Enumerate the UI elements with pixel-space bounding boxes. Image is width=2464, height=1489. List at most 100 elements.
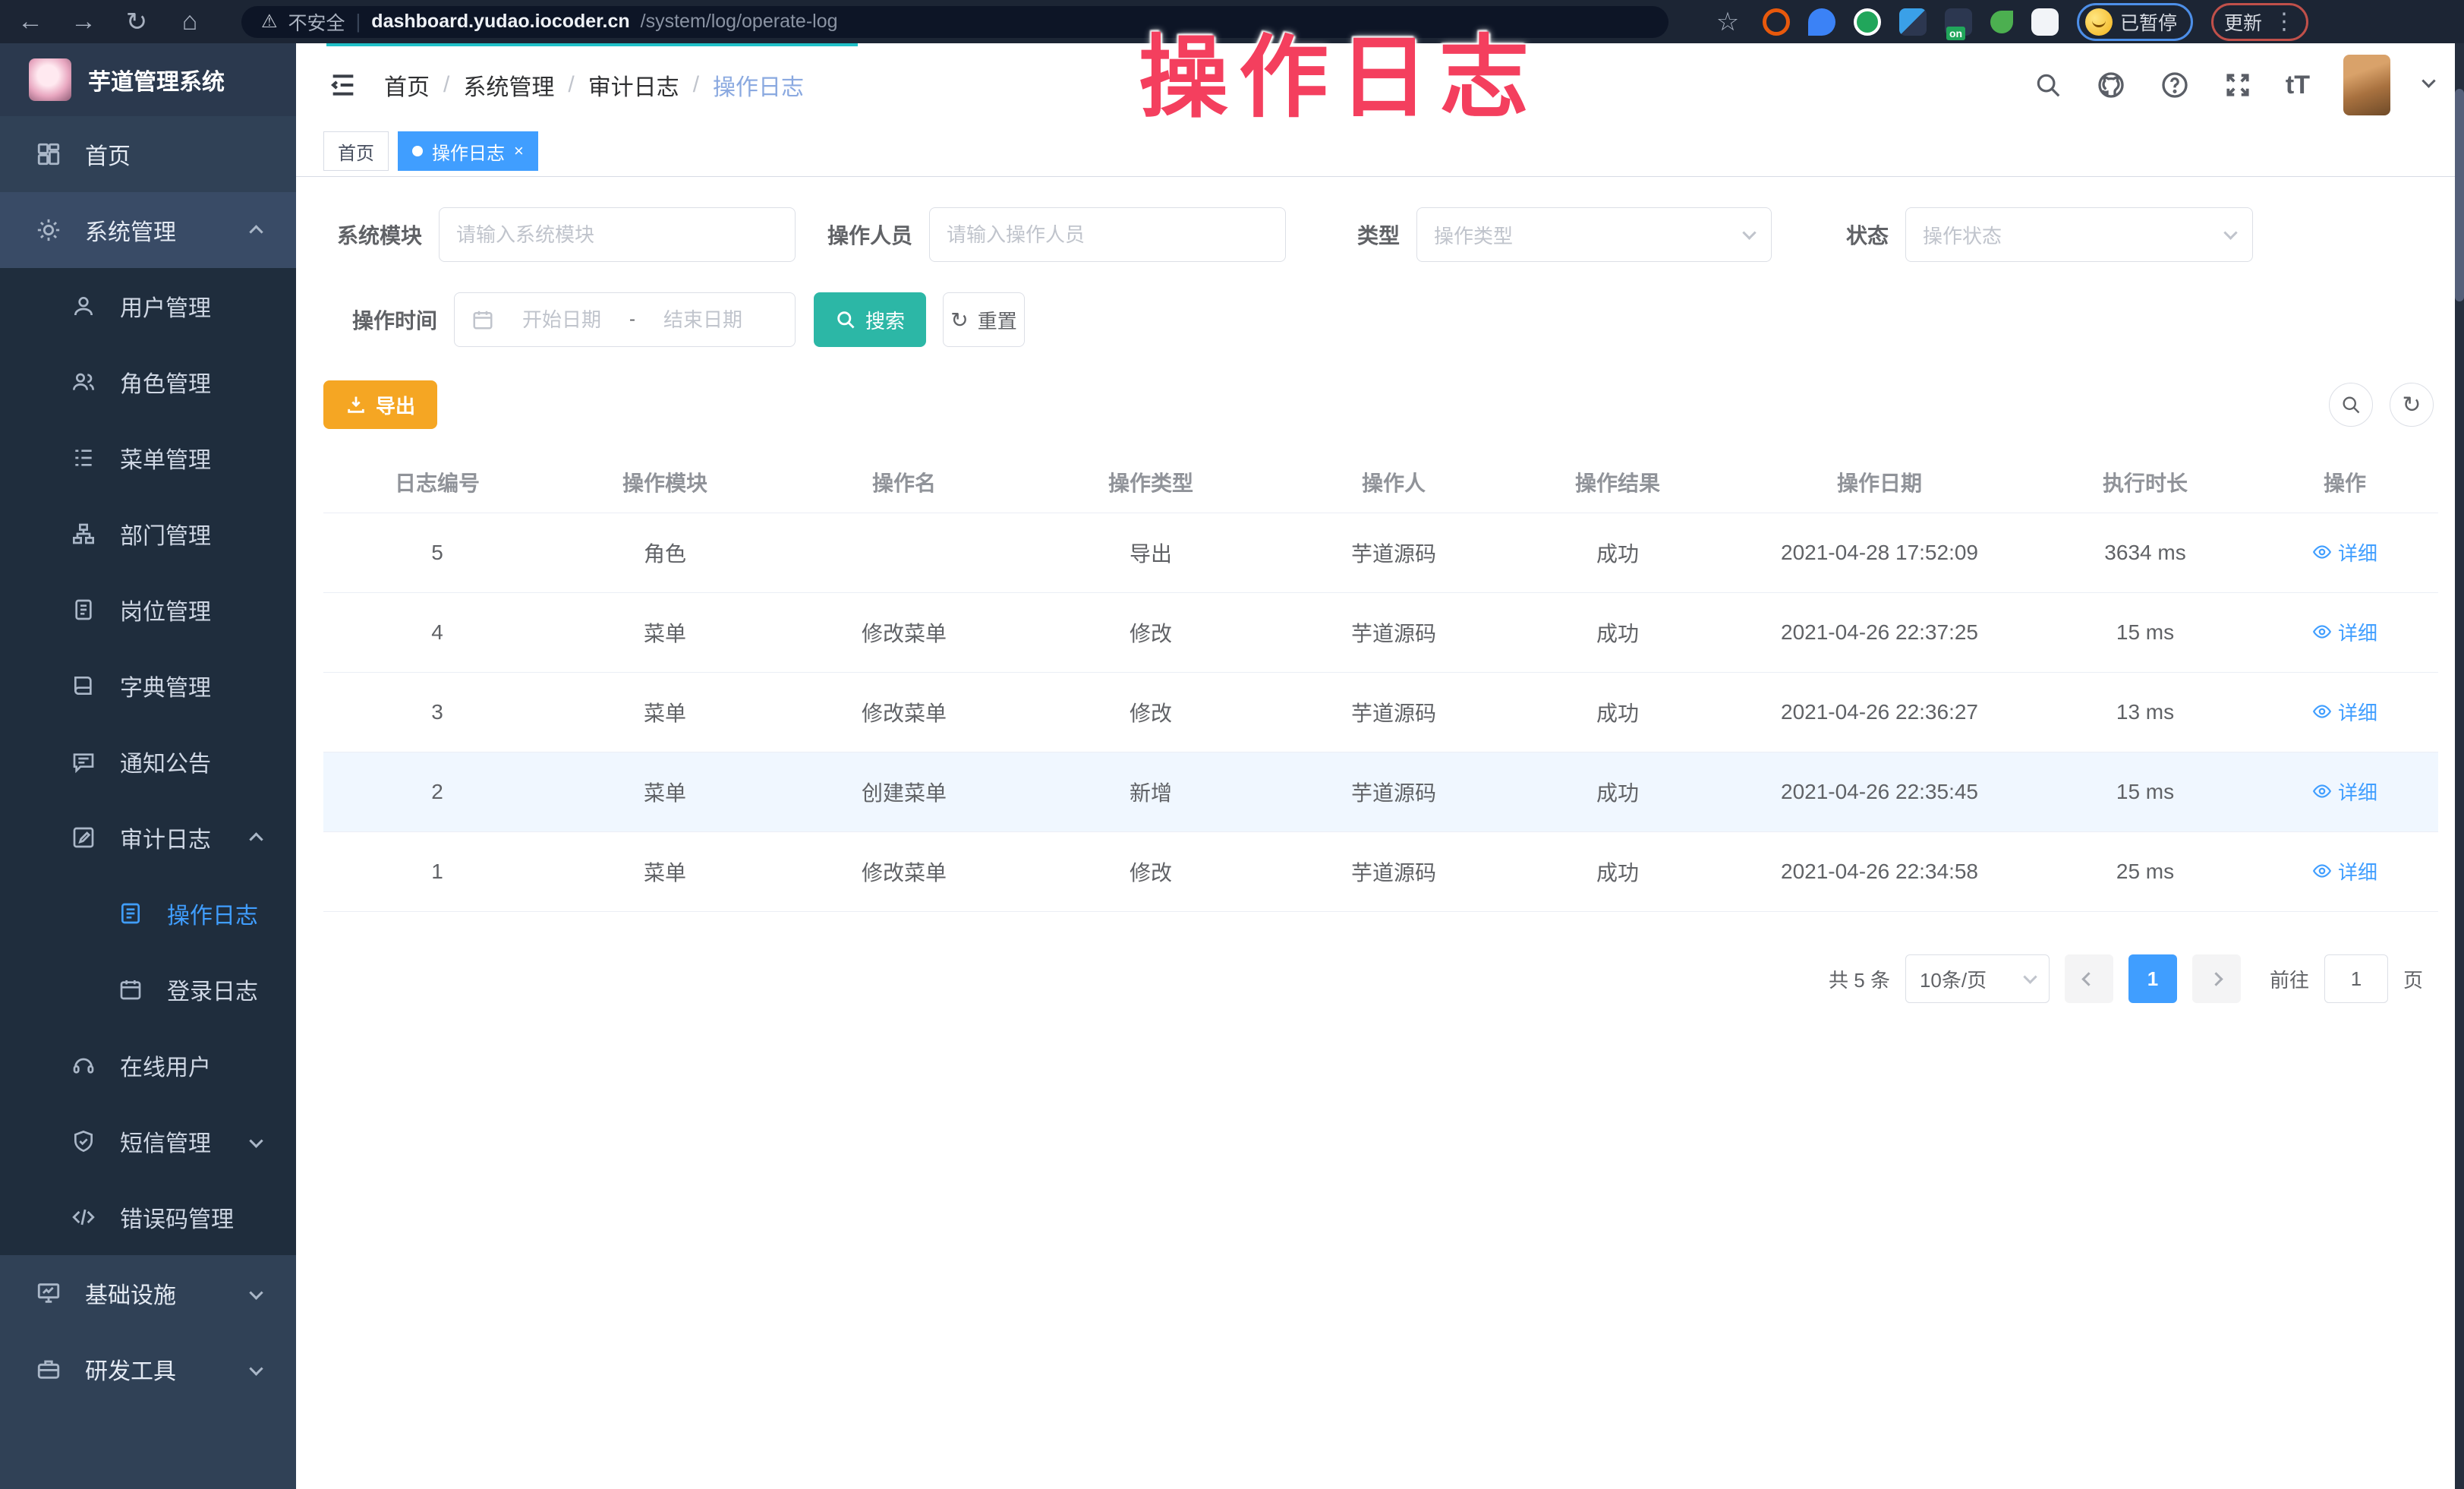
ext-blue-pin-icon[interactable] <box>1808 8 1835 36</box>
end-date-input[interactable] <box>646 308 760 332</box>
ext-puzzle-icon[interactable] <box>2031 8 2059 36</box>
date-range-picker[interactable]: - <box>454 292 796 347</box>
font-size-icon[interactable]: tT <box>2286 71 2310 100</box>
sidebar-item-infrastructure[interactable]: 基础设施 <box>0 1255 296 1331</box>
col-module: 操作模块 <box>551 452 779 513</box>
close-icon[interactable]: × <box>514 141 524 161</box>
caret-down-icon[interactable] <box>2424 78 2434 92</box>
sidebar-item-home[interactable]: 首页 <box>0 116 296 192</box>
sidebar-item-dev-tools[interactable]: 研发工具 <box>0 1331 296 1407</box>
ext-green-leaf-icon[interactable] <box>1990 11 2013 33</box>
cell-log-id: 2 <box>323 756 551 828</box>
address-bar[interactable]: ⚠ 不安全 | dashboard.yudao.iocoder.cn /syst… <box>241 6 1668 38</box>
menu-fold-icon[interactable] <box>328 70 358 100</box>
goto-page-input[interactable] <box>2324 954 2388 1003</box>
ext-green-v-icon[interactable] <box>1854 8 1881 36</box>
operator-label: 操作人员 <box>814 219 912 250</box>
sidebar-item-online-users[interactable]: 在线用户 <box>0 1027 296 1103</box>
profile-paused-badge[interactable]: 已暂停 <box>2077 3 2193 41</box>
cell-duration: 13 ms <box>2039 676 2251 749</box>
search-icon[interactable] <box>2034 71 2062 99</box>
help-icon[interactable] <box>2160 70 2190 100</box>
module-input[interactable] <box>456 223 778 247</box>
scrollbar[interactable] <box>2455 43 2464 1489</box>
next-page-button[interactable] <box>2192 954 2241 1003</box>
reload-icon[interactable]: ↻ <box>120 5 153 39</box>
cell-operator: 芋道源码 <box>1272 752 1515 831</box>
breadcrumb: 首页 / 系统管理 / 审计日志 / 操作日志 <box>384 68 804 102</box>
prev-page-button[interactable] <box>2065 954 2113 1003</box>
scrollbar-thumb[interactable] <box>2455 89 2464 301</box>
time-label: 操作时间 <box>323 304 437 335</box>
toggle-search-icon[interactable] <box>2329 383 2373 427</box>
tab-home[interactable]: 首页 <box>323 131 389 171</box>
search-button-label: 搜索 <box>865 306 905 334</box>
page-header: 首页 / 系统管理 / 审计日志 / 操作日志 <box>296 43 2464 127</box>
ext-stack-icon[interactable]: on <box>1945 8 1972 36</box>
sidebar-item-audit-log[interactable]: 审计日志 <box>0 800 296 875</box>
sidebar-item-dict-mgmt[interactable]: 字典管理 <box>0 648 296 724</box>
app-logo-row[interactable]: 芋道管理系统 <box>0 43 296 116</box>
table-row: 1 菜单 修改菜单 修改 芋道源码 成功 2021-04-26 22:34:58… <box>323 832 2438 912</box>
menu-dots-icon[interactable]: ⋮ <box>2273 8 2295 35</box>
cell-module: 菜单 <box>551 832 779 911</box>
reset-button[interactable]: ↻ 重置 <box>943 292 1025 347</box>
detail-link[interactable]: 详细 <box>2312 698 2377 726</box>
cell-log-id: 1 <box>323 835 551 908</box>
breadcrumb-audit[interactable]: 审计日志 <box>588 68 679 102</box>
detail-link[interactable]: 详细 <box>2312 857 2377 885</box>
forward-icon[interactable]: → <box>67 5 100 39</box>
fullscreen-icon[interactable] <box>2223 71 2252 99</box>
cell-duration: 3634 ms <box>2039 516 2251 589</box>
bookmark-star-icon[interactable]: ☆ <box>1711 5 1744 39</box>
detail-link[interactable]: 详细 <box>2312 538 2377 566</box>
sidebar-item-notice[interactable]: 通知公告 <box>0 724 296 800</box>
cell-operator: 芋道源码 <box>1272 673 1515 752</box>
post-badge-icon <box>68 598 99 622</box>
operator-input[interactable] <box>947 223 1268 247</box>
ext-orange-icon[interactable] <box>1763 8 1790 36</box>
sidebar-item-menu-mgmt[interactable]: 菜单管理 <box>0 420 296 496</box>
sidebar-item-label: 短信管理 <box>120 1125 211 1158</box>
screen: ← → ↻ ⌂ ⚠ 不安全 | dashboard.yudao.iocoder.… <box>0 0 2464 1489</box>
address-divider: | <box>356 10 361 33</box>
sidebar-item-role-mgmt[interactable]: 角色管理 <box>0 344 296 420</box>
back-icon[interactable]: ← <box>14 5 47 39</box>
sidebar-item-error-code[interactable]: 错误码管理 <box>0 1179 296 1255</box>
type-select[interactable]: 操作类型 <box>1416 207 1772 262</box>
detail-link[interactable]: 详细 <box>2312 618 2377 646</box>
start-date-input[interactable] <box>505 308 619 332</box>
search-button[interactable]: 搜索 <box>814 292 926 347</box>
sidebar-item-sms-mgmt[interactable]: 短信管理 <box>0 1103 296 1179</box>
sidebar-item-post-mgmt[interactable]: 岗位管理 <box>0 572 296 648</box>
sidebar-item-dept-mgmt[interactable]: 部门管理 <box>0 496 296 572</box>
sidebar-item-login-log[interactable]: 登录日志 <box>0 951 296 1027</box>
breadcrumb-system[interactable]: 系统管理 <box>463 68 554 102</box>
detail-link[interactable]: 详细 <box>2312 778 2377 806</box>
goto-label: 前往 <box>2270 965 2309 993</box>
cell-module: 菜单 <box>551 593 779 672</box>
breadcrumb-home[interactable]: 首页 <box>384 68 430 102</box>
total-count: 共 5 条 <box>1829 965 1890 993</box>
page-size-select[interactable]: 10条/页 <box>1905 954 2050 1003</box>
update-button[interactable]: 更新 ⋮ <box>2211 3 2308 41</box>
dict-book-icon <box>68 674 99 698</box>
home-icon[interactable]: ⌂ <box>173 5 206 39</box>
github-icon[interactable] <box>2096 70 2126 100</box>
sidebar-item-label: 操作日志 <box>167 897 258 930</box>
user-avatar[interactable] <box>2343 55 2390 115</box>
table-row: 5 角色 导出 芋道源码 成功 2021-04-28 17:52:09 3634… <box>323 513 2438 593</box>
pagination: 共 5 条 10条/页 1 前往 页 <box>323 954 2423 1003</box>
sidebar-item-system-mgmt[interactable]: 系统管理 <box>0 192 296 268</box>
refresh-table-icon[interactable]: ↻ <box>2390 383 2434 427</box>
sidebar-item-label: 基础设施 <box>85 1276 176 1310</box>
sidebar-item-user-mgmt[interactable]: 用户管理 <box>0 268 296 344</box>
sidebar-item-operate-log[interactable]: 操作日志 <box>0 875 296 951</box>
status-select[interactable]: 操作状态 <box>1905 207 2253 262</box>
ext-blue-square-icon[interactable] <box>1899 8 1927 36</box>
breadcrumb-separator: / <box>568 72 574 98</box>
current-page-button[interactable]: 1 <box>2128 954 2177 1003</box>
export-button[interactable]: 导出 <box>323 380 437 429</box>
reset-button-label: 重置 <box>978 306 1017 334</box>
tab-operate-log[interactable]: 操作日志 × <box>398 131 538 171</box>
